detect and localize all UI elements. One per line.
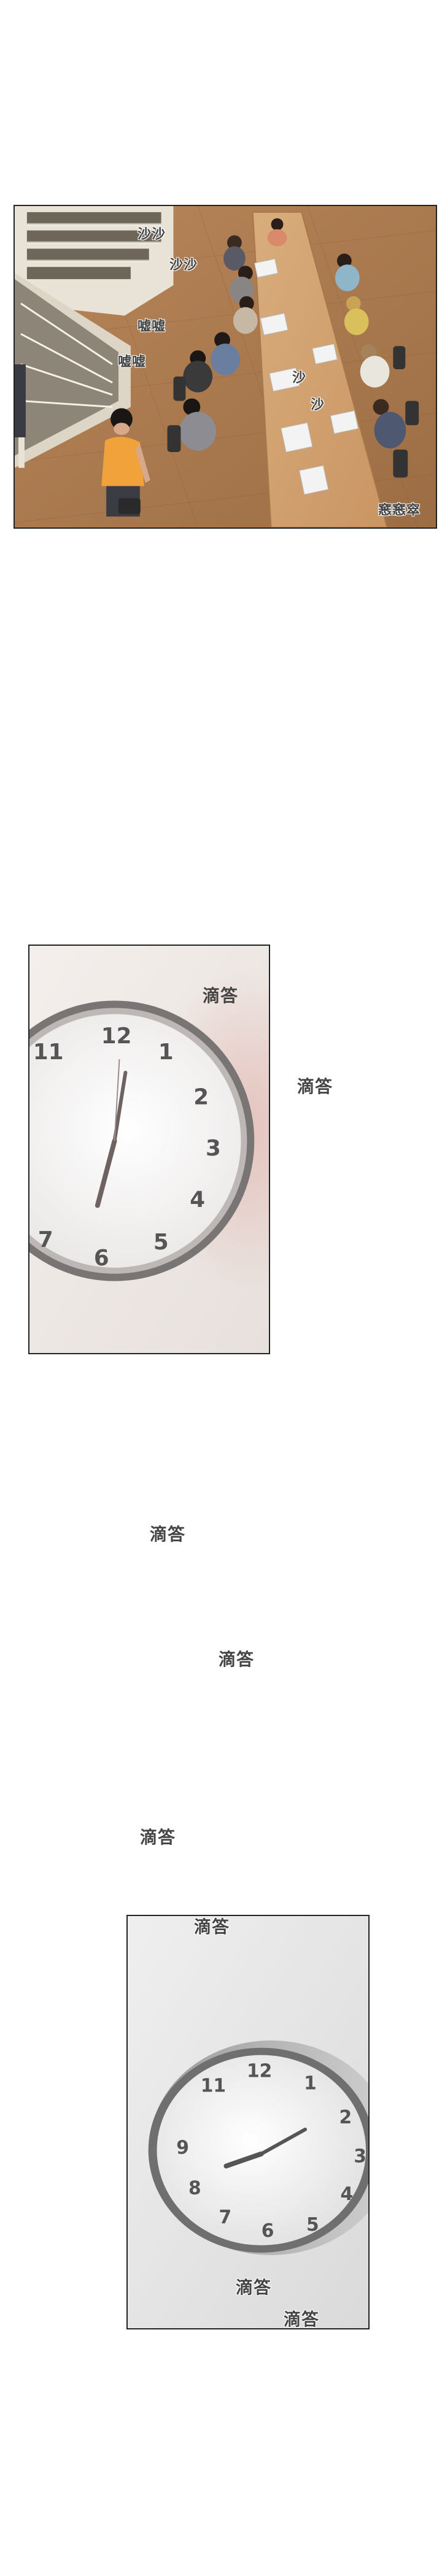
wall-clock-2: 12 1 2 3 4 5 6 7 8 9 11: [128, 1916, 368, 2328]
sfx-dida-clock2-top: 滴答: [194, 1917, 230, 1937]
sfx-shasha-1: 沙沙: [138, 226, 166, 242]
clock2-num-11: 11: [201, 2075, 226, 2096]
sfx-dida-clock2-bottom-2: 滴答: [284, 2309, 320, 2329]
sfx-xixisu: 窸窸窣: [378, 502, 421, 518]
clock1-num-1: 1: [158, 1040, 174, 1065]
sfx-xuxu-2: 嘘嘘: [118, 354, 147, 370]
clock2-num-3: 3: [354, 2146, 366, 2168]
clock2-num-1: 1: [304, 2072, 317, 2094]
sfx-dida-float-4: 滴答: [140, 1827, 176, 1847]
clock2-num-5: 5: [306, 2214, 319, 2236]
clock2-num-7: 7: [219, 2207, 231, 2228]
library-panel: 沙沙 沙沙 嘘嘘 嘘嘘 沙 沙 窸窸窣: [14, 205, 437, 529]
clock2-num-6: 6: [262, 2220, 274, 2242]
clock1-num-4: 4: [190, 1187, 205, 1212]
sfx-xuxu-1: 嘘嘘: [138, 318, 166, 334]
clock2-num-2: 2: [339, 2107, 352, 2128]
sfx-sha-2: 沙: [311, 397, 325, 413]
clock1-num-3: 3: [206, 1136, 221, 1161]
clock1-num-7: 7: [38, 1227, 53, 1252]
clock1-num-12: 12: [101, 1024, 132, 1049]
clock2-num-8: 8: [188, 2177, 201, 2199]
sfx-sha-1: 沙: [292, 370, 307, 386]
clock2-num-9: 9: [176, 2137, 189, 2159]
library-illustration: [15, 206, 436, 527]
sfx-dida-float-2: 滴答: [150, 1524, 186, 1544]
sfx-dida-clock2-bottom-1: 滴答: [236, 2277, 272, 2298]
clock1-num-2: 2: [193, 1084, 209, 1110]
clock2-num-4: 4: [340, 2183, 353, 2205]
clock-panel-2: 12 1 2 3 4 5 6 7 8 9 11 滴答 滴答 滴答: [126, 1915, 370, 2329]
clock1-num-6: 6: [94, 1246, 109, 1271]
sfx-dida-float-1: 滴答: [297, 1076, 333, 1097]
clock2-num-12: 12: [247, 2060, 272, 2082]
sfx-dida-clock1: 滴答: [203, 986, 239, 1006]
clock-panel-1: 12 1 2 3 4 5 6 7 11 滴答: [28, 945, 270, 1354]
sfx-shasha-2: 沙沙: [169, 257, 198, 273]
clock1-num-11: 11: [33, 1040, 64, 1065]
clock1-num-5: 5: [153, 1230, 169, 1255]
sfx-dida-float-3: 滴答: [219, 1649, 255, 1669]
